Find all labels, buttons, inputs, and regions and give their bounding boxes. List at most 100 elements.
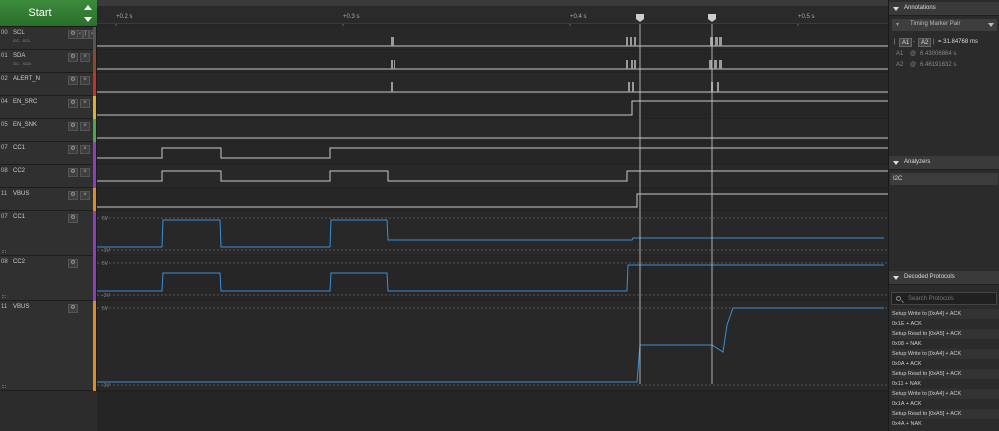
i2c-burst bbox=[631, 60, 633, 69]
close-icon[interactable]: × bbox=[80, 145, 90, 154]
decoded-row[interactable]: 0x11 + NAK bbox=[891, 379, 999, 389]
gear-icon[interactable]: ⚙ bbox=[68, 214, 78, 223]
gear-icon[interactable]: ⚙ bbox=[68, 304, 78, 313]
gear-icon[interactable]: ⚙ bbox=[68, 53, 78, 62]
channel-number: 11 bbox=[1, 191, 8, 197]
gear-icon[interactable]: ⚙ bbox=[68, 122, 78, 131]
tick-label: +0.2 s bbox=[116, 14, 133, 20]
search-icon bbox=[896, 296, 901, 301]
channel-number: 00 bbox=[1, 30, 8, 36]
ruler-scrollbar[interactable] bbox=[97, 0, 888, 6]
channel-row[interactable]: 08 CC2 ⚙ × bbox=[0, 165, 97, 188]
channel-lane bbox=[97, 96, 888, 119]
a2-label: A2 bbox=[896, 62, 904, 68]
decoded-row[interactable]: Setup Read to [0xA5] + ACK bbox=[891, 329, 999, 339]
decoded-row[interactable]: 0x0A + ACK bbox=[891, 359, 999, 369]
decoded-row[interactable]: Setup Write to [0xA4] + ACK bbox=[891, 389, 999, 399]
channel-row[interactable]: 01 SDA I2C - SDA ⚙ × bbox=[0, 50, 97, 73]
collapse-triangle-icon bbox=[893, 276, 899, 280]
decoded-row[interactable]: Setup Read to [0xA5] + ACK bbox=[891, 409, 999, 419]
cc1-analog-bottom-label: -1V bbox=[102, 248, 110, 254]
side-panel: Annotations ▾ Timing Marker Pair | A1 - … bbox=[888, 0, 999, 431]
channel-row[interactable]: 11 VBUS ⚙ bbox=[0, 301, 97, 391]
channel-name: VBUS bbox=[13, 191, 30, 197]
channel-number: 05 bbox=[1, 122, 8, 128]
start-options-arrows[interactable] bbox=[84, 3, 93, 24]
waveform-area[interactable]: +0.2 s +0.3 s +0.4 s +0.5 s 5V -1V 5V -1V 5V… bbox=[97, 0, 888, 431]
channel-row[interactable]: 07 CC1 ⚙ bbox=[0, 211, 97, 256]
gear-icon[interactable]: ⚙ bbox=[68, 168, 78, 177]
gear-icon[interactable]: ⚙ bbox=[68, 76, 78, 85]
analyzers-header[interactable]: Analyzers bbox=[889, 156, 999, 170]
chevron-down-icon bbox=[988, 23, 994, 27]
channel-lane bbox=[97, 301, 888, 391]
close-icon[interactable]: × bbox=[80, 122, 90, 131]
marker-delta: = 31.84768 ms bbox=[938, 39, 978, 45]
analyzer-item-i2c[interactable]: I2C bbox=[890, 173, 998, 185]
annotations-title: Annotations bbox=[904, 5, 936, 11]
channel-name: EN_SNK bbox=[13, 122, 38, 128]
i2c-burst bbox=[391, 37, 394, 46]
gear-icon[interactable]: ⚙ bbox=[68, 99, 78, 108]
decoded-row[interactable]: 0x08 + NAK bbox=[891, 339, 999, 349]
decoded-row[interactable]: Setup Write to [0xA4] + ACK bbox=[891, 309, 999, 319]
decoded-row[interactable]: Setup Write to [0xA4] + ACK bbox=[891, 349, 999, 359]
i2c-burst bbox=[715, 37, 718, 46]
decoded-row[interactable]: 0x1A + ACK bbox=[891, 399, 999, 409]
gear-icon[interactable]: ⚙ bbox=[68, 145, 78, 154]
marker-a2-handle[interactable] bbox=[708, 14, 716, 22]
at-symbol: @ bbox=[910, 51, 917, 57]
decoded-protocols-header[interactable]: Decoded Protocols bbox=[889, 271, 999, 285]
gear-icon[interactable]: ⚙ bbox=[68, 259, 78, 268]
resize-grip-icon[interactable] bbox=[2, 295, 6, 298]
channel-panel: Start 00 SCL I2C - SCL ⚙ ‹ ⌈ › 01 SDA I2C - SDA ⚙ ×… bbox=[0, 0, 97, 431]
channel-color-stripe bbox=[93, 50, 96, 73]
decoded-row[interactable]: 0x4A + NAK bbox=[891, 419, 999, 429]
channel-color-stripe bbox=[93, 73, 96, 96]
search-placeholder: Search Protocols bbox=[908, 296, 954, 302]
time-ruler[interactable]: +0.2 s +0.3 s +0.4 s +0.5 s bbox=[97, 0, 888, 24]
resize-grip-icon[interactable] bbox=[2, 250, 6, 253]
channel-lane bbox=[97, 73, 888, 96]
close-icon[interactable]: × bbox=[80, 99, 90, 108]
decoded-row[interactable]: 0x1E + ACK bbox=[891, 319, 999, 329]
collapse-triangle-icon bbox=[893, 7, 899, 11]
annotations-header[interactable]: Annotations bbox=[889, 2, 999, 16]
channel-row[interactable]: 08 CC2 ⚙ bbox=[0, 256, 97, 301]
close-icon[interactable]: × bbox=[80, 53, 90, 62]
channel-color-stripe bbox=[93, 96, 96, 119]
start-button[interactable]: Start bbox=[0, 0, 97, 27]
a2-time-value: 6.46191632 s bbox=[920, 62, 957, 68]
a1-marker-box[interactable]: A1 bbox=[899, 38, 913, 47]
marker-a1-handle[interactable] bbox=[636, 14, 644, 22]
channel-color-stripe bbox=[93, 301, 96, 391]
close-icon[interactable]: × bbox=[80, 191, 90, 200]
channel-number: 07 bbox=[1, 214, 8, 220]
timing-marker-pair-select[interactable]: ▾ Timing Marker Pair bbox=[892, 19, 997, 31]
channel-number: 04 bbox=[1, 99, 8, 105]
channel-row[interactable]: 04 EN_SRC ⚙ × bbox=[0, 96, 97, 119]
i2c-burst bbox=[709, 60, 712, 69]
channel-row[interactable]: 00 SCL I2C - SCL ⚙ ‹ ⌈ › bbox=[0, 27, 97, 50]
a2-marker-box[interactable]: A2 bbox=[918, 38, 932, 47]
search-protocols-input[interactable]: Search Protocols bbox=[891, 292, 997, 305]
channel-row[interactable]: 07 CC1 ⚙ × bbox=[0, 142, 97, 165]
channel-row[interactable]: 05 EN_SNK ⚙ × bbox=[0, 119, 97, 142]
tick-label: +0.4 s bbox=[570, 14, 587, 20]
resize-grip-icon[interactable] bbox=[2, 385, 6, 388]
at-symbol: @ bbox=[910, 62, 917, 68]
collapse-triangle-icon bbox=[893, 161, 899, 165]
minus-symbol: - bbox=[913, 39, 915, 45]
gear-icon[interactable]: ⚙ bbox=[68, 191, 78, 200]
close-icon[interactable]: × bbox=[80, 168, 90, 177]
close-icon[interactable]: × bbox=[80, 76, 90, 85]
channel-lane bbox=[97, 50, 888, 73]
channel-color-stripe bbox=[93, 165, 96, 188]
channel-row[interactable]: 11 VBUS ⚙ × bbox=[0, 188, 97, 211]
channel-color-stripe bbox=[93, 142, 96, 165]
a1-label: A1 bbox=[896, 51, 904, 57]
a1-time-value: 6.43006864 s bbox=[920, 51, 957, 57]
i2c-burst bbox=[719, 37, 722, 46]
decoded-row[interactable]: Setup Read to [0xA5] + ACK bbox=[891, 369, 999, 379]
channel-row[interactable]: 02 ALERT_N ⚙ × bbox=[0, 73, 97, 96]
